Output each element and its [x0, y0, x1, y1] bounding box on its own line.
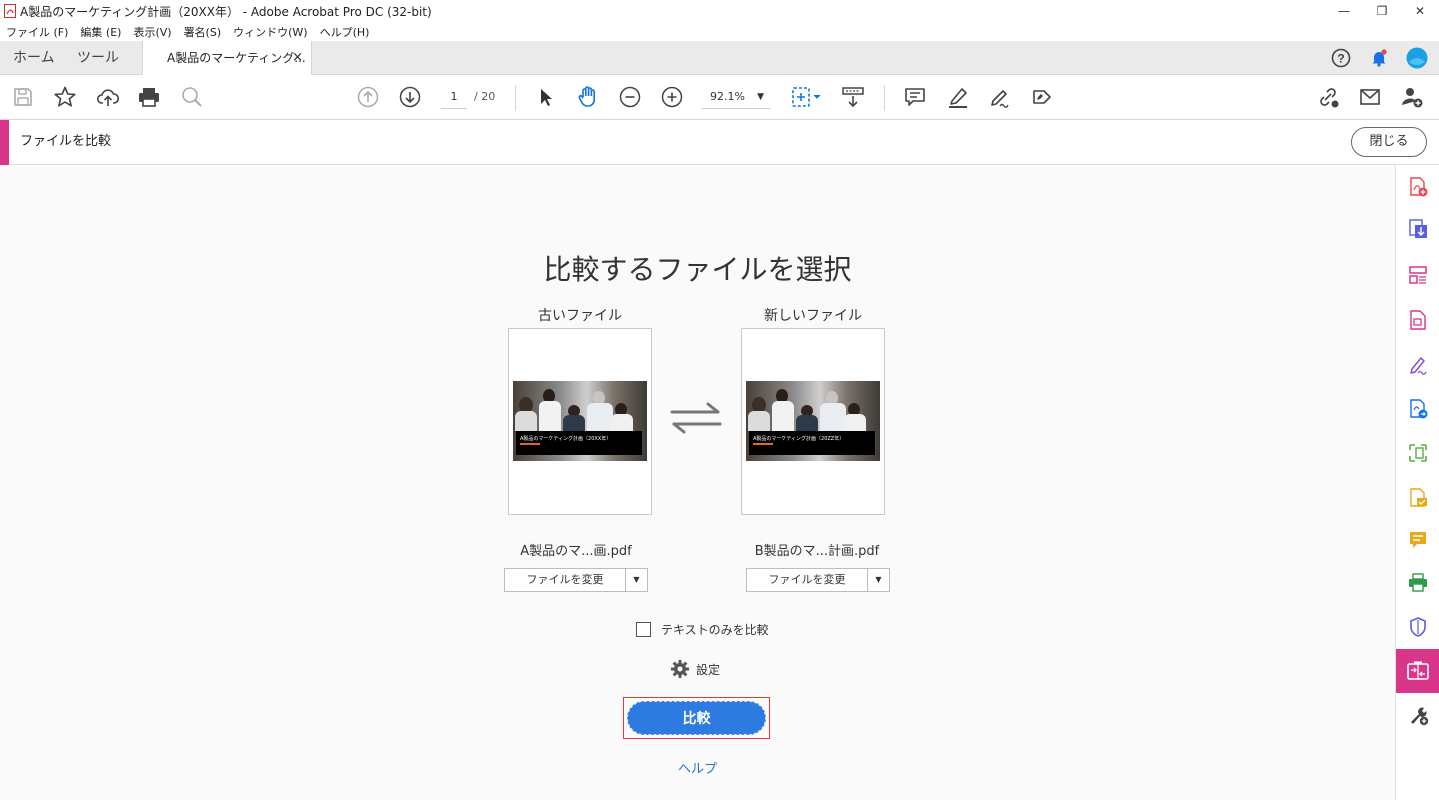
create-pdf-icon[interactable]: [1396, 165, 1439, 209]
chevron-down-icon: ▼: [757, 92, 764, 102]
settings-link[interactable]: 設定: [670, 658, 720, 680]
zoom-value: 92.1%: [710, 90, 745, 103]
menu-view[interactable]: 表示(V): [133, 24, 171, 40]
previous-page-icon[interactable]: [356, 85, 380, 109]
highlight-pen-icon[interactable]: [946, 85, 970, 109]
comment-icon[interactable]: [903, 85, 927, 109]
text-only-checkbox[interactable]: [636, 621, 651, 637]
fill-and-sign-icon[interactable]: [1396, 343, 1439, 387]
change-new-file-label[interactable]: ファイルを変更: [747, 569, 867, 591]
compare-files-icon[interactable]: [1396, 649, 1439, 693]
close-tab-icon[interactable]: ×: [292, 41, 303, 75]
menu-file[interactable]: ファイル (F): [6, 24, 68, 40]
change-new-file-button[interactable]: ファイルを変更 ▼: [746, 568, 890, 592]
zoom-search-icon[interactable]: [180, 85, 204, 109]
next-page-icon[interactable]: [398, 85, 422, 109]
fill-sign-icon[interactable]: [1030, 85, 1054, 109]
zoom-in-icon[interactable]: [660, 85, 684, 109]
scan-ocr-icon[interactable]: [1396, 431, 1439, 475]
minimize-button[interactable]: —: [1325, 0, 1363, 22]
new-file-label: 新しいファイル: [764, 308, 862, 324]
zoom-level-select[interactable]: 92.1% ▼: [702, 87, 770, 109]
gear-icon: [671, 660, 689, 678]
bookmark-star-icon[interactable]: [53, 85, 77, 109]
title-bar: A製品のマーケティング計画（20XX年） - Adobe Acrobat Pro…: [0, 0, 1439, 22]
compare-button-highlight: 比較: [623, 697, 770, 739]
menu-sign[interactable]: 署名(S): [184, 24, 222, 40]
close-window-button[interactable]: ✕: [1401, 0, 1439, 22]
svg-text:?: ?: [1337, 52, 1344, 66]
organize-pages-icon[interactable]: [1396, 253, 1439, 297]
thumbnail-title-band: A製品のマーケティング計画（20XX年）: [516, 431, 642, 455]
swap-arrows-icon[interactable]: [668, 400, 724, 436]
send-for-signature-icon[interactable]: [1396, 387, 1439, 431]
page-fit-icon[interactable]: [790, 85, 826, 109]
old-file-preview[interactable]: A製品のマーケティング計画（20XX年）: [508, 328, 652, 515]
window-title: A製品のマーケティング計画（20XX年） - Adobe Acrobat Pro…: [20, 4, 432, 19]
account-avatar-icon[interactable]: [1405, 46, 1429, 70]
toolbar-divider: [515, 85, 516, 111]
menu-bar: ファイル (F) 編集 (E) 表示(V) 署名(S) ウィンドウ(W) ヘルプ…: [0, 22, 1439, 41]
change-old-file-label[interactable]: ファイルを変更: [505, 569, 625, 591]
edit-pdf-icon[interactable]: [1396, 298, 1439, 342]
more-tools-icon[interactable]: [1396, 693, 1439, 737]
document-tab-label: A製品のマーケティング...: [167, 51, 306, 65]
notification-bell-icon[interactable]: [1367, 46, 1391, 70]
hand-tool-icon[interactable]: [576, 85, 600, 109]
new-filename: B製品のマ...計画.pdf: [754, 544, 880, 559]
page-number-input[interactable]: 1: [441, 87, 467, 109]
toolbar-divider: [884, 85, 885, 111]
request-signatures-icon[interactable]: [1396, 476, 1439, 520]
page-heading: 比較するファイルを選択: [543, 253, 852, 286]
menu-window[interactable]: ウィンドウ(W): [233, 24, 307, 40]
text-only-option[interactable]: テキストのみを比較: [636, 620, 769, 638]
restore-button[interactable]: ❐: [1363, 0, 1401, 22]
new-thumbnail-title: A製品のマーケティング計画（20ZZ年）: [753, 436, 845, 442]
tab-bar: ホーム ツール A製品のマーケティング... × ?: [0, 41, 1439, 76]
chevron-down-icon[interactable]: ▼: [625, 569, 647, 591]
new-file-thumbnail: A製品のマーケティング計画（20ZZ年）: [746, 381, 880, 461]
old-file-thumbnail: A製品のマーケティング計画（20XX年）: [513, 381, 647, 461]
thumbnail-title-band: A製品のマーケティング計画（20ZZ年）: [749, 431, 875, 455]
email-icon[interactable]: [1358, 85, 1382, 109]
compare-files-header: ファイルを比較 閉じる: [0, 120, 1439, 165]
header-accent-bar: [0, 120, 9, 165]
old-filename: A製品のマ...画.pdf: [520, 544, 632, 559]
menu-edit[interactable]: 編集 (E): [80, 24, 121, 40]
new-file-preview[interactable]: A製品のマーケティング計画（20ZZ年）: [741, 328, 885, 515]
comment-tool-icon[interactable]: [1396, 518, 1439, 562]
acrobat-logo-icon: [4, 4, 16, 18]
right-tools-panel: [1395, 165, 1439, 800]
protect-shield-icon[interactable]: [1396, 605, 1439, 649]
page-total: / 20: [474, 90, 496, 103]
print-icon[interactable]: [137, 85, 161, 109]
change-old-file-button[interactable]: ファイルを変更 ▼: [504, 568, 648, 592]
old-thumbnail-title: A製品のマーケティング計画（20XX年）: [520, 436, 612, 442]
scroll-mode-icon[interactable]: [841, 85, 865, 109]
tab-home[interactable]: ホーム: [13, 41, 55, 75]
old-file-label: 古いファイル: [538, 308, 622, 324]
export-pdf-icon[interactable]: [1396, 207, 1439, 251]
add-user-icon[interactable]: [1400, 85, 1424, 109]
draw-freehand-icon[interactable]: [988, 85, 1012, 109]
settings-label: 設定: [696, 662, 721, 677]
save-icon[interactable]: [11, 85, 35, 109]
help-icon[interactable]: ?: [1329, 46, 1353, 70]
share-link-icon[interactable]: [1316, 85, 1340, 109]
menu-help[interactable]: ヘルプ(H): [320, 24, 370, 40]
compare-title: ファイルを比較: [20, 134, 112, 149]
select-cursor-icon[interactable]: [534, 85, 558, 109]
tab-tools[interactable]: ツール: [77, 41, 119, 75]
zoom-out-icon[interactable]: [618, 85, 642, 109]
text-only-label: テキストのみを比較: [661, 622, 769, 637]
tab-document[interactable]: A製品のマーケティング... ×: [142, 41, 312, 76]
main-toolbar: 1 / 20 92.1% ▼: [0, 75, 1439, 120]
compare-button[interactable]: 比較: [627, 701, 766, 735]
print-production-icon[interactable]: [1396, 561, 1439, 605]
chevron-down-icon[interactable]: ▼: [867, 569, 889, 591]
close-compare-button[interactable]: 閉じる: [1351, 127, 1427, 157]
cloud-upload-icon[interactable]: [96, 85, 120, 109]
help-link[interactable]: ヘルプ: [0, 758, 1395, 777]
